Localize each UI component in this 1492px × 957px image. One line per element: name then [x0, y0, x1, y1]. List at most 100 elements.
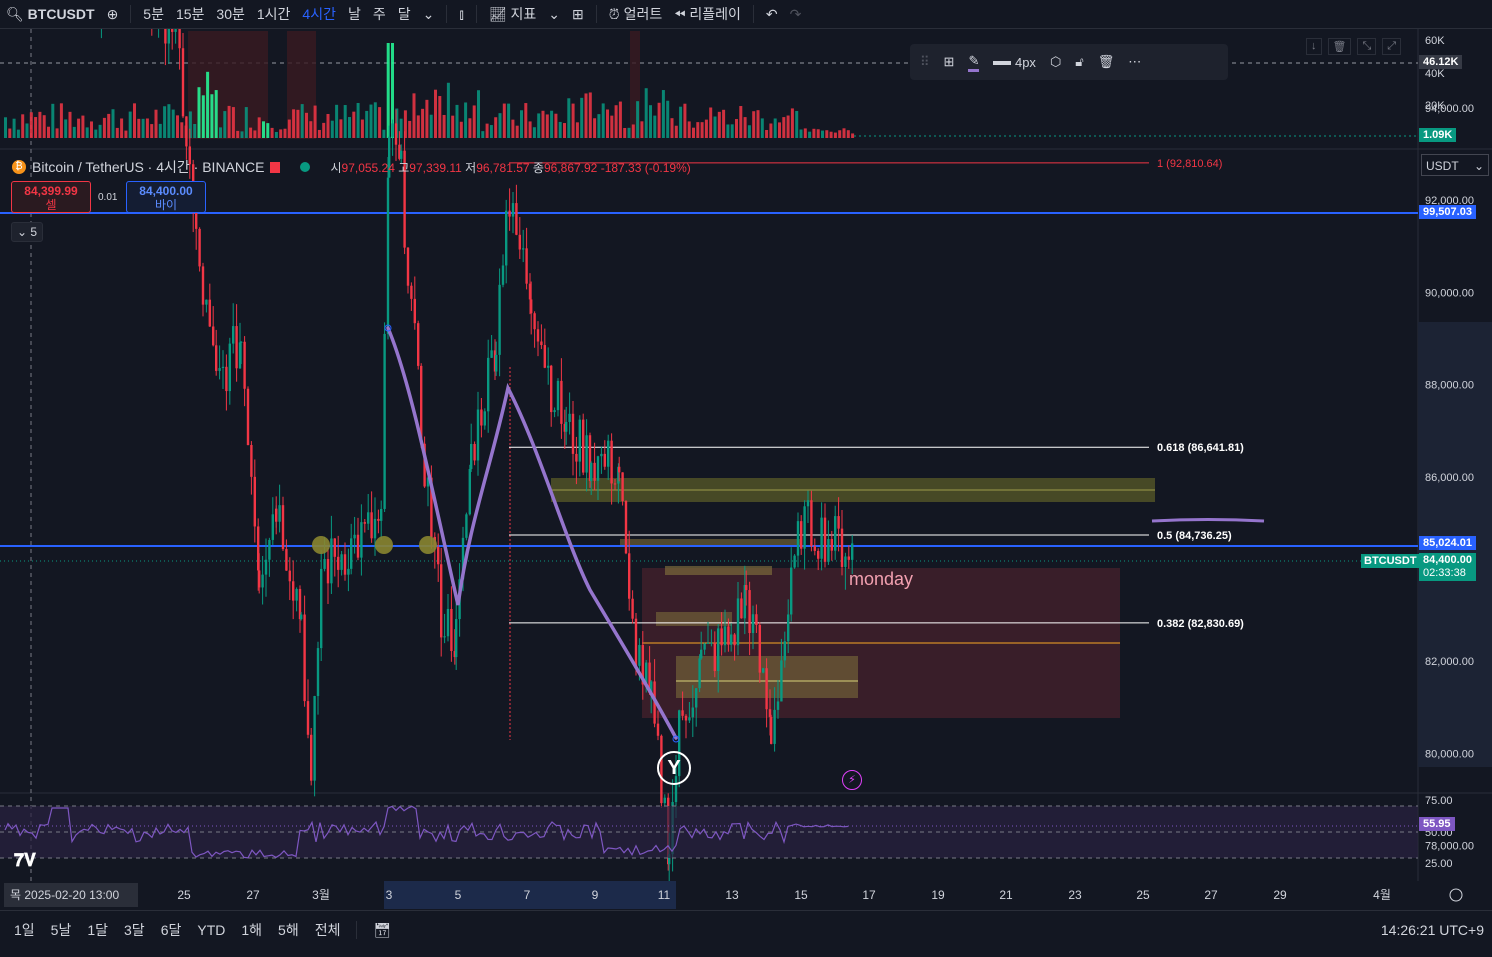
volume-bar [34, 117, 38, 138]
range-ytd[interactable]: YTD [189, 922, 233, 938]
range-all[interactable]: 전체 [307, 920, 349, 940]
chevron-down-icon[interactable]: ⌄ [542, 6, 566, 23]
volume-bar [317, 129, 321, 138]
candle-body [386, 177, 390, 334]
volume-bar [158, 123, 162, 138]
volume-bar [532, 127, 536, 138]
range-3m[interactable]: 3달 [116, 920, 153, 940]
candle-body [793, 555, 796, 568]
volume-bar [300, 104, 304, 138]
chevron-down-icon[interactable]: ⌄ [417, 6, 441, 23]
add-symbol-icon[interactable]: ⊕ [101, 6, 125, 23]
sell-button[interactable]: 84,399.99 셀 [11, 181, 91, 213]
interval-day[interactable]: 날 [342, 4, 367, 24]
goto-date-icon[interactable]: 📅︎ [365, 922, 399, 939]
candle-body [787, 614, 790, 642]
volume-bar [588, 92, 592, 138]
move-down-icon[interactable]: ↓ [1306, 38, 1322, 55]
candle-body [698, 658, 701, 689]
replay-button[interactable]: ⏪︎ 리플레이 [668, 4, 747, 24]
candle-body [610, 440, 613, 484]
volume-bar [769, 123, 773, 138]
symbol-title[interactable]: Bitcoin / TetherUS · 4시간 · BINANCE [32, 157, 264, 177]
volume-bar [722, 109, 726, 138]
volume-bar [571, 103, 575, 138]
range-5y[interactable]: 5해 [270, 920, 307, 940]
undo-icon[interactable]: ↶ [760, 6, 784, 23]
pencil-icon[interactable]: ✎ [968, 53, 980, 72]
range-6m[interactable]: 6달 [153, 920, 190, 940]
interval-30m[interactable]: 30분 [210, 4, 250, 24]
volume-bar [610, 115, 614, 138]
range-1d[interactable]: 1일 [6, 920, 43, 940]
volume-bar [597, 114, 601, 138]
range-1y[interactable]: 1해 [233, 920, 270, 940]
interval-5m[interactable]: 5분 [137, 4, 170, 24]
buy-button[interactable]: 84,400.00 바이 [126, 181, 206, 213]
redo-icon[interactable]: ↷ [784, 6, 808, 23]
candle-body [740, 598, 743, 619]
zone-thin [620, 539, 800, 545]
template-icon[interactable]: ⊞ [944, 54, 955, 70]
volume-bar [541, 110, 545, 138]
interval-week[interactable]: 주 [367, 4, 392, 24]
candle-body [681, 710, 684, 716]
drag-handle-icon[interactable]: ⠿ [920, 54, 930, 70]
volume-bar [528, 121, 532, 138]
spread-value: 0.01 [98, 192, 118, 203]
candle-body [483, 411, 486, 426]
delete-pane-icon[interactable]: 🗑︎ [1327, 38, 1352, 55]
candle-body [720, 628, 723, 646]
candle-body [306, 701, 310, 735]
settings-icon[interactable]: ⬡ [1050, 54, 1061, 70]
line-width-button[interactable]: 4px [993, 55, 1036, 70]
interval-month[interactable]: 달 [392, 4, 417, 24]
range-5d[interactable]: 5날 [43, 920, 80, 940]
interval-15m[interactable]: 15분 [170, 4, 210, 24]
current-price: 84,400.00 [1423, 554, 1472, 566]
monday-annotation[interactable]: monday [849, 569, 913, 590]
maximize-pane-icon[interactable]: ⤢ [1382, 38, 1402, 55]
low-label: 저 [465, 160, 477, 175]
unlock-icon[interactable]: 🔓︎ [1075, 54, 1083, 70]
time-tick-label: 3 [386, 888, 393, 902]
y-marker[interactable]: Y [657, 751, 691, 785]
clock[interactable]: 14:26:21 UTC+9 [1373, 922, 1492, 938]
volume-bar [507, 103, 511, 138]
flash-icon[interactable]: ⚡︎ [842, 770, 862, 790]
volume-bar [790, 108, 794, 138]
volume-bar [657, 102, 661, 138]
candle-body [755, 614, 758, 625]
price-tick-label: 80,000.00 [1425, 748, 1474, 760]
indicators-button[interactable]: 📈︎ 지표 [483, 4, 542, 24]
volume-bar [644, 88, 648, 138]
layout-grid-icon[interactable]: ⊞ [566, 6, 590, 23]
candle-type-icon[interactable]: ⫾ [453, 6, 469, 23]
candle-body [817, 550, 820, 559]
currency-select[interactable]: USDT ⌄ [1421, 154, 1489, 176]
time-tick-label: 23 [1068, 888, 1082, 902]
candle-body [164, 29, 167, 44]
candle-body [465, 514, 468, 538]
time-axis[interactable]: 목 2025-02-20 13:00 25 27 3월 3 5 7 9 11 13 15 17 19 21… [0, 881, 1492, 909]
trash-icon[interactable]: 🗑︎ [1098, 54, 1115, 70]
price-tick-label: 88,000.00 [1425, 380, 1474, 392]
more-icon[interactable]: ⋯ [1128, 54, 1141, 70]
interval-1h[interactable]: 1시간 [251, 4, 297, 24]
interval-4h[interactable]: 4시간 [296, 4, 342, 24]
candle-body [417, 323, 420, 366]
volume-bar [692, 127, 695, 138]
candle-body [450, 608, 453, 652]
alert-button[interactable]: ⏰︎ 얼러트 [603, 4, 668, 24]
candle-body [790, 567, 793, 615]
flag-icon[interactable] [270, 161, 281, 173]
collapse-pane-icon[interactable]: ⤡ [1357, 38, 1377, 55]
volume-bar [687, 121, 691, 138]
candle-body [333, 538, 336, 557]
symbol-search[interactable]: 🔍︎ BTCUSDT [0, 6, 101, 23]
candle-body [363, 522, 366, 524]
collapse-indicators-button[interactable]: ⌄ 5 [11, 222, 43, 242]
range-1m[interactable]: 1달 [79, 920, 116, 940]
candle-body [844, 556, 847, 567]
candle-body [343, 554, 347, 575]
